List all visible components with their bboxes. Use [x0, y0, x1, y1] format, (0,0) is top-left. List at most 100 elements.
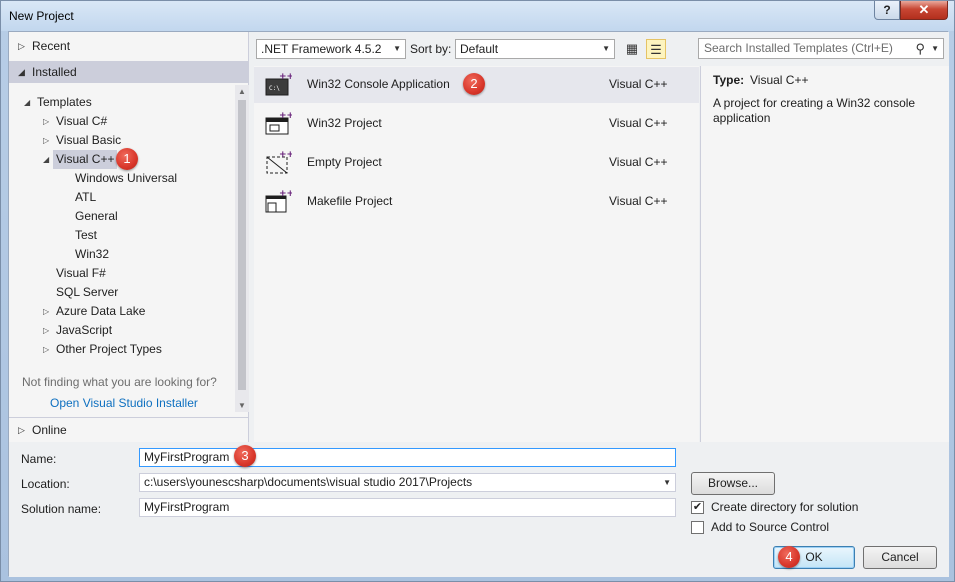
tree-item-label: General	[75, 209, 118, 223]
online-section[interactable]: ▷ Online	[9, 417, 249, 442]
tree-item-label: Other Project Types	[56, 342, 162, 356]
sort-by-dropdown[interactable]: Default ▼	[455, 39, 615, 59]
template-name: Win32 Project	[307, 116, 382, 130]
installed-section[interactable]: ◢ Installed	[9, 61, 249, 83]
chevron-down-icon[interactable]: ▼	[931, 39, 939, 58]
category-tree: ◢ Templates ▷ Visual C# ▷ Visual Basic ◢…	[9, 85, 235, 412]
tree-item-label: Test	[75, 228, 98, 242]
tree-item-label: Visual C#	[56, 114, 108, 128]
help-button[interactable]: ?	[874, 1, 900, 20]
tree-item-general[interactable]: General	[75, 207, 118, 226]
chevron-down-icon: ▼	[663, 478, 671, 487]
project-settings-form: Name: MyFirstProgram Location: c:\users\…	[9, 442, 949, 577]
tree-item-label: Win32	[75, 247, 110, 261]
tree-item-templates[interactable]: ◢ Templates	[24, 93, 92, 112]
template-list: C:\ ++ Win32 Console Application Visual …	[254, 66, 699, 442]
tree-item-visual-basic[interactable]: ▷ Visual Basic	[43, 131, 122, 150]
template-row[interactable]: ++ Win32 Project Visual C++	[254, 106, 699, 142]
console-app-icon: C:\ ++	[265, 72, 292, 96]
template-row[interactable]: ++ Makefile Project Visual C++	[254, 184, 699, 220]
template-name: Empty Project	[307, 155, 382, 169]
template-categories-panel: ▷ Recent ◢ Installed ◢ Templates ▷ Visua…	[9, 32, 249, 442]
tree-item-windows-universal[interactable]: Windows Universal	[75, 169, 177, 188]
tree-item-visual-cpp[interactable]: ◢ Visual C++	[43, 150, 118, 169]
tree-item-label: Visual F#	[56, 266, 106, 280]
search-placeholder: Search Installed Templates (Ctrl+E)	[704, 41, 893, 55]
search-icon[interactable]: ⚲	[915, 39, 925, 58]
not-finding-text: Not finding what you are looking for?	[22, 375, 217, 389]
win32-project-icon: ++	[265, 111, 292, 135]
scroll-down-icon[interactable]: ▼	[238, 401, 246, 410]
close-button[interactable]: ✕	[900, 1, 948, 20]
grid-view-icon[interactable]: ▦	[622, 39, 642, 59]
expand-icon[interactable]: ▷	[43, 321, 49, 340]
framework-dropdown[interactable]: .NET Framework 4.5.2 ▼	[256, 39, 406, 59]
callout-badge: 3	[234, 445, 256, 467]
project-name-input[interactable]: MyFirstProgram	[139, 448, 676, 467]
expand-icon: ▷	[18, 425, 25, 435]
type-label: Type:	[713, 73, 745, 87]
tree-item-test[interactable]: Test	[75, 226, 97, 245]
tree-scrollbar[interactable]: ▲ ▼	[235, 85, 249, 412]
svg-text:C:\: C:\	[269, 85, 280, 92]
source-control-checkbox[interactable]	[691, 521, 704, 534]
template-details-panel: Type: Visual C++ A project for creating …	[700, 66, 949, 442]
template-language: Visual C++	[609, 77, 668, 91]
chevron-down-icon: ▼	[602, 44, 610, 53]
chevron-down-icon: ▼	[393, 44, 401, 53]
solution-name-label: Solution name:	[21, 502, 102, 516]
callout-badge: 1	[116, 148, 138, 170]
tree-item-visual-csharp[interactable]: ▷ Visual C#	[43, 112, 108, 131]
expand-icon[interactable]: ▷	[43, 131, 49, 150]
expand-icon[interactable]: ▷	[43, 302, 49, 321]
tree-item-sql-server[interactable]: SQL Server	[56, 283, 118, 302]
template-language: Visual C++	[609, 194, 668, 208]
tree-item-atl[interactable]: ATL	[75, 188, 96, 207]
expand-icon: ▷	[18, 41, 25, 51]
collapse-icon: ◢	[18, 67, 25, 77]
empty-project-icon: ++	[266, 150, 292, 174]
search-templates-input[interactable]: Search Installed Templates (Ctrl+E) ⚲ ▼	[698, 38, 944, 59]
tree-item-win32[interactable]: Win32	[75, 245, 109, 264]
scrollbar-thumb[interactable]	[238, 100, 246, 390]
title-bar: New Project ? ✕	[1, 1, 954, 31]
installed-label: Installed	[32, 65, 77, 79]
collapse-icon[interactable]: ◢	[43, 150, 49, 169]
scroll-up-icon[interactable]: ▲	[238, 87, 246, 96]
expand-icon[interactable]: ▷	[43, 340, 49, 359]
type-value: Visual C++	[750, 73, 809, 87]
svg-text:++: ++	[279, 189, 292, 199]
tree-item-visual-fsharp[interactable]: Visual F#	[56, 264, 106, 283]
location-dropdown[interactable]: c:\users\younescsharp\documents\visual s…	[139, 473, 676, 492]
browse-button[interactable]: Browse...	[691, 472, 775, 495]
svg-text:++: ++	[279, 150, 292, 160]
solution-name-input[interactable]: MyFirstProgram	[139, 498, 676, 517]
collapse-icon[interactable]: ◢	[24, 93, 30, 112]
svg-text:++: ++	[279, 111, 292, 121]
framework-value: .NET Framework 4.5.2	[261, 42, 382, 56]
tree-item-label: JavaScript	[56, 323, 113, 337]
cancel-button[interactable]: Cancel	[863, 546, 937, 569]
tree-item-label: Azure Data Lake	[56, 304, 146, 318]
tree-item-label: Visual C++	[56, 152, 115, 166]
template-name: Makefile Project	[307, 194, 393, 208]
tree-item-label: Visual Basic	[56, 133, 122, 147]
tree-item-other-project-types[interactable]: ▷ Other Project Types	[43, 340, 162, 359]
name-label: Name:	[21, 452, 57, 466]
template-description: A project for creating a Win32 console a…	[713, 96, 916, 125]
open-installer-link[interactable]: Open Visual Studio Installer	[50, 396, 198, 410]
project-name-value: MyFirstProgram	[144, 450, 230, 464]
source-control-label: Add to Source Control	[711, 520, 830, 534]
template-name: Win32 Console Application	[307, 77, 450, 91]
tree-item-javascript[interactable]: ▷ JavaScript	[43, 321, 113, 340]
create-directory-label: Create directory for solution	[711, 500, 859, 514]
list-view-icon[interactable]: ☰	[646, 39, 666, 59]
svg-text:++: ++	[279, 72, 292, 82]
create-directory-checkbox[interactable]: ✔	[691, 501, 704, 514]
location-value: c:\users\younescsharp\documents\visual s…	[144, 475, 473, 489]
template-row[interactable]: ++ Empty Project Visual C++	[254, 145, 699, 181]
tree-item-azure-data-lake[interactable]: ▷ Azure Data Lake	[43, 302, 146, 321]
expand-icon[interactable]: ▷	[43, 112, 49, 131]
recent-label: Recent	[32, 39, 71, 53]
recent-section[interactable]: ▷ Recent	[9, 35, 249, 57]
